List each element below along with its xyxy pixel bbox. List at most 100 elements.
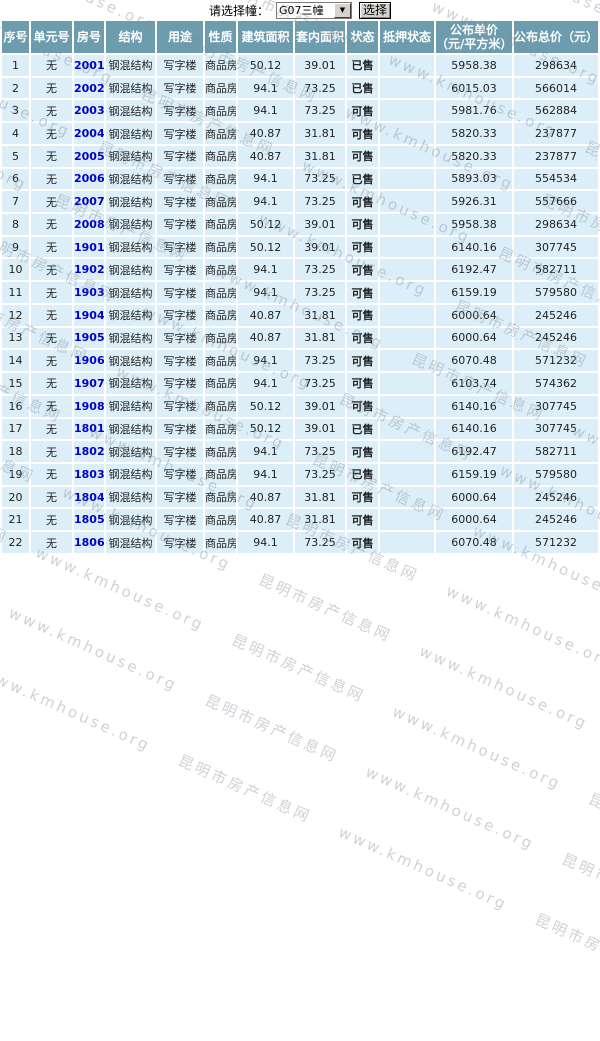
cell-mortgage-status bbox=[380, 395, 434, 417]
cell-build-area: 40.87 bbox=[238, 509, 293, 531]
cell-seq: 16 bbox=[2, 395, 29, 417]
room-number-link[interactable]: 2006 bbox=[74, 172, 104, 185]
column-header-status: 状态 bbox=[347, 21, 378, 53]
room-number-link[interactable]: 1804 bbox=[74, 491, 104, 504]
status-badge: 可售 bbox=[347, 259, 378, 281]
cell-structure: 钢混结构 bbox=[106, 486, 155, 508]
room-number-link[interactable]: 1803 bbox=[74, 468, 104, 481]
room-number-link[interactable]: 2005 bbox=[74, 150, 104, 163]
status-badge: 可售 bbox=[347, 191, 378, 213]
cell-nature: 商品房 bbox=[205, 55, 236, 76]
cell-unit-no: 无 bbox=[31, 304, 72, 326]
status-badge: 可售 bbox=[347, 145, 378, 167]
column-header-nature: 性质 bbox=[205, 21, 236, 53]
cell-build-area: 94.1 bbox=[238, 168, 293, 190]
cell-inner-area: 73.25 bbox=[295, 100, 345, 122]
table-row: 19 无 1803 钢混结构 写字楼 商品房 94.1 73.25 已售 6159.19 57958… bbox=[2, 463, 598, 485]
room-number-link[interactable]: 1906 bbox=[74, 354, 104, 367]
room-number-link[interactable]: 1802 bbox=[74, 445, 104, 458]
cell-usage: 写字楼 bbox=[157, 373, 203, 394]
cell-structure: 钢混结构 bbox=[106, 304, 155, 326]
cell-nature: 商品房 bbox=[205, 304, 236, 326]
column-header-mortgage-status: 抵押状态 bbox=[380, 21, 434, 53]
room-number-link[interactable]: 2007 bbox=[74, 195, 104, 208]
room-number-link[interactable]: 2002 bbox=[74, 82, 104, 95]
cell-build-area: 94.1 bbox=[238, 100, 293, 122]
cell-unit-price: 6000.64 bbox=[436, 486, 512, 508]
cell-build-area: 40.87 bbox=[238, 304, 293, 326]
cell-structure: 钢混结构 bbox=[106, 55, 155, 76]
cell-nature: 商品房 bbox=[205, 145, 236, 167]
building-select[interactable]: G07三幢 ▼ bbox=[276, 1, 352, 19]
room-number-link[interactable]: 1904 bbox=[74, 309, 104, 322]
room-number-link[interactable]: 1903 bbox=[74, 286, 104, 299]
status-badge: 可售 bbox=[347, 236, 378, 258]
cell-seq: 1 bbox=[2, 55, 29, 76]
cell-inner-area: 39.01 bbox=[295, 214, 345, 235]
room-number-link[interactable]: 2001 bbox=[74, 59, 104, 72]
column-header-inner-area: 套内面积 bbox=[295, 21, 345, 53]
table-row: 7 无 2007 钢混结构 写字楼 商品房 94.1 73.25 可售 5926.31 557666 bbox=[2, 191, 598, 213]
cell-usage: 写字楼 bbox=[157, 463, 203, 485]
cell-build-area: 94.1 bbox=[238, 463, 293, 485]
cell-unit-price: 6159.19 bbox=[436, 282, 512, 303]
property-table: 序号 单元号 房号 结构 用途 性质 建筑面积 套内面积 状态 抵押状态 公布单价（元/平方米） 公布… bbox=[0, 19, 600, 555]
room-number-link[interactable]: 1806 bbox=[74, 536, 104, 549]
cell-unit-no: 无 bbox=[31, 145, 72, 167]
room-number-link[interactable]: 1905 bbox=[74, 331, 104, 344]
cell-build-area: 40.87 bbox=[238, 145, 293, 167]
cell-total-price: 554534 bbox=[514, 168, 598, 190]
room-number-link[interactable]: 1801 bbox=[74, 422, 104, 435]
cell-total-price: 245246 bbox=[514, 509, 598, 531]
cell-seq: 19 bbox=[2, 463, 29, 485]
cell-total-price: 307745 bbox=[514, 418, 598, 440]
cell-nature: 商品房 bbox=[205, 168, 236, 190]
cell-structure: 钢混结构 bbox=[106, 191, 155, 213]
room-number-link[interactable]: 1805 bbox=[74, 513, 104, 526]
chevron-down-icon[interactable]: ▼ bbox=[334, 2, 351, 18]
cell-room-no: 2003 bbox=[74, 100, 104, 122]
cell-total-price: 562884 bbox=[514, 100, 598, 122]
cell-mortgage-status bbox=[380, 55, 434, 76]
room-number-link[interactable]: 1902 bbox=[74, 263, 104, 276]
cell-usage: 写字楼 bbox=[157, 236, 203, 258]
cell-structure: 钢混结构 bbox=[106, 236, 155, 258]
status-badge: 可售 bbox=[347, 509, 378, 531]
cell-seq: 8 bbox=[2, 214, 29, 235]
cell-nature: 商品房 bbox=[205, 486, 236, 508]
cell-build-area: 94.1 bbox=[238, 191, 293, 213]
cell-unit-no: 无 bbox=[31, 214, 72, 235]
cell-seq: 10 bbox=[2, 259, 29, 281]
status-badge: 可售 bbox=[347, 123, 378, 144]
cell-seq: 14 bbox=[2, 350, 29, 372]
column-header-total-price: 公布总价（元） bbox=[514, 21, 598, 53]
cell-nature: 商品房 bbox=[205, 350, 236, 372]
cell-unit-no: 无 bbox=[31, 259, 72, 281]
column-header-unit-price: 公布单价（元/平方米） bbox=[436, 21, 513, 53]
status-badge: 可售 bbox=[347, 350, 378, 372]
room-number-link[interactable]: 2003 bbox=[74, 104, 104, 117]
cell-seq: 12 bbox=[2, 304, 29, 326]
room-number-link[interactable]: 1901 bbox=[74, 241, 104, 254]
cell-total-price: 579580 bbox=[514, 282, 598, 303]
room-number-link[interactable]: 1907 bbox=[74, 377, 104, 390]
cell-unit-no: 无 bbox=[31, 463, 72, 485]
cell-seq: 18 bbox=[2, 441, 29, 462]
cell-total-price: 237877 bbox=[514, 123, 598, 144]
table-row: 6 无 2006 钢混结构 写字楼 商品房 94.1 73.25 已售 5893.03 554534 bbox=[2, 168, 598, 190]
select-building-button[interactable]: 选择 bbox=[359, 1, 392, 19]
cell-usage: 写字楼 bbox=[157, 509, 203, 531]
cell-seq: 22 bbox=[2, 532, 29, 553]
cell-room-no: 2004 bbox=[74, 123, 104, 144]
cell-nature: 商品房 bbox=[205, 463, 236, 485]
room-number-link[interactable]: 2008 bbox=[74, 218, 104, 231]
cell-structure: 钢混结构 bbox=[106, 463, 155, 485]
cell-nature: 商品房 bbox=[205, 77, 236, 99]
room-number-link[interactable]: 2004 bbox=[74, 127, 104, 140]
room-number-link[interactable]: 1908 bbox=[74, 400, 104, 413]
cell-unit-price: 6192.47 bbox=[436, 441, 512, 462]
cell-mortgage-status bbox=[380, 327, 434, 349]
cell-usage: 写字楼 bbox=[157, 168, 203, 190]
cell-mortgage-status bbox=[380, 100, 434, 122]
cell-structure: 钢混结构 bbox=[106, 441, 155, 462]
